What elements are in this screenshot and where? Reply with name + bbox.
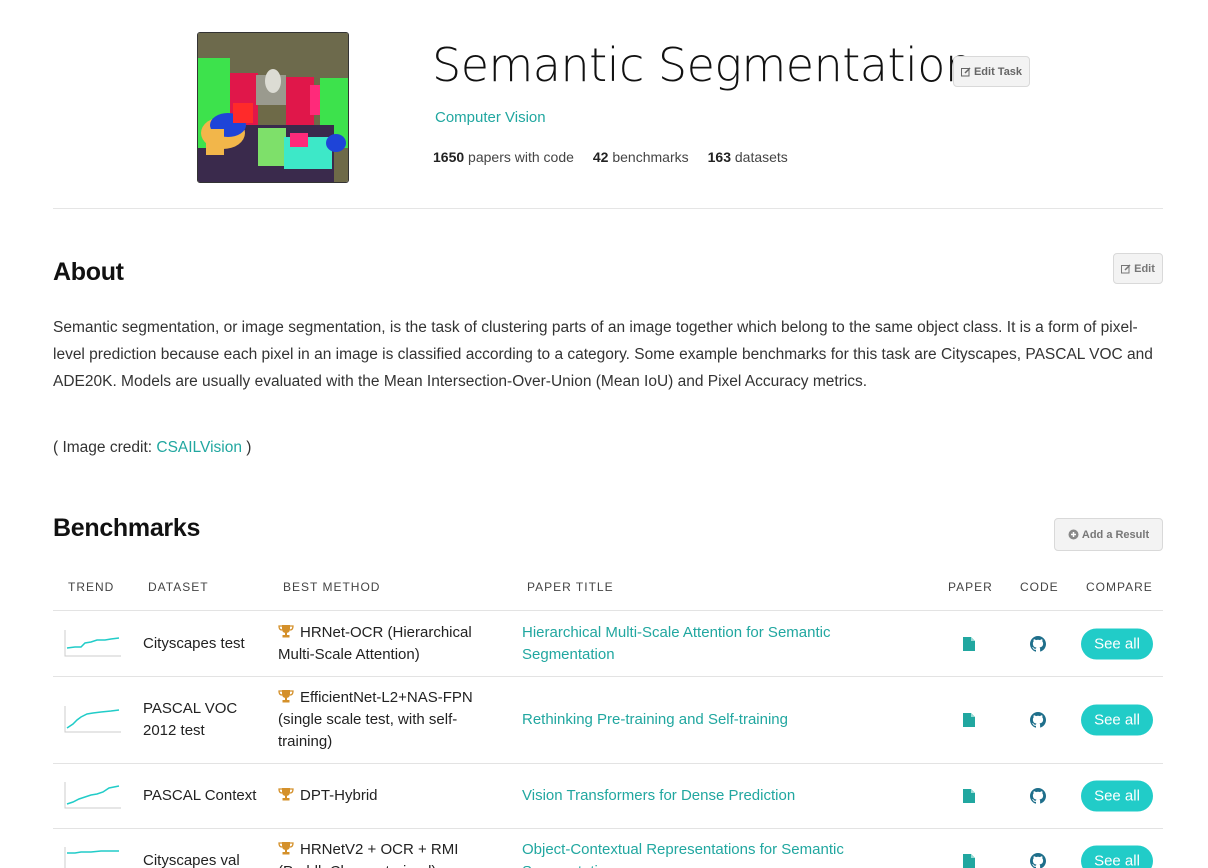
trend-sparkline[interactable]	[61, 704, 123, 736]
paper-title-link[interactable]: Hierarchical Multi-Scale Attention for S…	[522, 622, 902, 666]
edit-icon	[960, 66, 971, 76]
trophy-icon	[278, 788, 294, 801]
table-row: Cityscapes test HRNet-OCR (Hierarchical …	[53, 611, 1163, 677]
github-icon[interactable]	[1030, 788, 1046, 804]
dataset-name[interactable]: PASCAL Context	[143, 785, 263, 807]
trend-sparkline[interactable]	[61, 845, 123, 868]
see-all-button[interactable]: See all	[1081, 780, 1153, 812]
table-header: TREND DATASET BEST METHOD PAPER TITLE PA…	[53, 577, 1163, 611]
column-compare: COMPARE	[1086, 580, 1153, 594]
best-method: EfficientNet-L2+NAS-FPN (single scale te…	[278, 687, 503, 753]
table-row: PASCAL VOC 2012 test EfficientNet-L2+NAS…	[53, 677, 1163, 764]
page-title: Semantic Segmentation	[432, 38, 974, 92]
column-best-method: BEST METHOD	[283, 580, 381, 594]
credit-suffix: )	[246, 439, 252, 456]
github-icon[interactable]	[1030, 712, 1046, 728]
stat-benchmarks: 42 benchmarks	[592, 149, 689, 165]
dataset-name[interactable]: PASCAL VOC 2012 test	[143, 698, 263, 742]
paper-icon[interactable]	[963, 713, 975, 727]
see-all-button[interactable]: See all	[1081, 845, 1153, 868]
best-method: HRNetV2 + OCR + RMI (PaddleClas pretrain…	[278, 839, 503, 868]
trophy-icon	[278, 841, 294, 854]
add-result-label: Add a Result	[1081, 528, 1150, 541]
table-row: PASCAL Context DPT-Hybrid Vision Transfo…	[53, 764, 1163, 829]
plus-circle-icon	[1068, 529, 1079, 540]
github-icon[interactable]	[1030, 852, 1046, 868]
divider	[53, 208, 1163, 209]
trophy-icon	[278, 690, 294, 703]
stat-datasets: 163 datasets	[707, 149, 788, 165]
column-dataset: DATASET	[148, 580, 209, 594]
column-trend: TREND	[68, 580, 115, 594]
benchmarks-heading: Benchmarks	[53, 514, 201, 542]
image-credit: ( Image credit: CSAILVision )	[53, 439, 251, 457]
best-method-label: HRNetV2 + OCR + RMI (PaddleClas pretrain…	[278, 840, 459, 868]
best-method-label: DPT-Hybrid	[300, 787, 378, 804]
column-paper: PAPER	[948, 580, 993, 594]
see-all-button[interactable]: See all	[1081, 704, 1153, 736]
column-paper-title: PAPER TITLE	[527, 580, 614, 594]
add-result-button[interactable]: Add a Result	[1054, 518, 1163, 551]
trend-sparkline[interactable]	[61, 628, 123, 660]
column-code: CODE	[1020, 580, 1059, 594]
best-method: HRNet-OCR (Hierarchical Multi-Scale Atte…	[278, 622, 503, 666]
edit-task-label: Edit Task	[973, 65, 1023, 78]
paper-icon[interactable]	[963, 853, 975, 868]
task-stats: 1650 papers with code 42 benchmarks 163 …	[433, 149, 788, 165]
see-all-button[interactable]: See all	[1081, 628, 1153, 659]
github-icon[interactable]	[1030, 635, 1046, 652]
paper-title-link[interactable]: Vision Transformers for Dense Prediction	[522, 785, 902, 807]
best-method-label: EfficientNet-L2+NAS-FPN (single scale te…	[278, 689, 473, 750]
trophy-icon	[278, 624, 294, 637]
dataset-name[interactable]: Cityscapes test	[143, 633, 263, 655]
credit-prefix: ( Image credit:	[53, 439, 153, 456]
task-image	[197, 32, 349, 183]
table-row: Cityscapes val HRNetV2 + OCR + RMI (Padd…	[53, 829, 1163, 868]
edit-about-button[interactable]: Edit	[1113, 253, 1163, 284]
edit-about-label: Edit	[1134, 262, 1155, 275]
dataset-name[interactable]: Cityscapes val	[143, 850, 263, 868]
paper-title-link[interactable]: Object-Contextual Representations for Se…	[522, 839, 902, 868]
edit-icon	[1121, 263, 1131, 273]
edit-task-button[interactable]: Edit Task	[953, 56, 1030, 87]
about-heading: About	[53, 258, 124, 286]
paper-icon[interactable]	[963, 789, 975, 803]
best-method-label: HRNet-OCR (Hierarchical Multi-Scale Atte…	[278, 623, 472, 663]
about-description: Semantic segmentation, or image segmenta…	[53, 319, 1153, 390]
credit-link[interactable]: CSAILVision	[156, 439, 242, 456]
paper-icon[interactable]	[963, 636, 975, 651]
trend-sparkline[interactable]	[61, 780, 123, 812]
stat-papers: 1650 papers with code	[433, 149, 574, 165]
paper-title-link[interactable]: Rethinking Pre-training and Self-trainin…	[522, 709, 902, 731]
area-link[interactable]: Computer Vision	[435, 109, 546, 126]
best-method: DPT-Hybrid	[278, 785, 503, 807]
